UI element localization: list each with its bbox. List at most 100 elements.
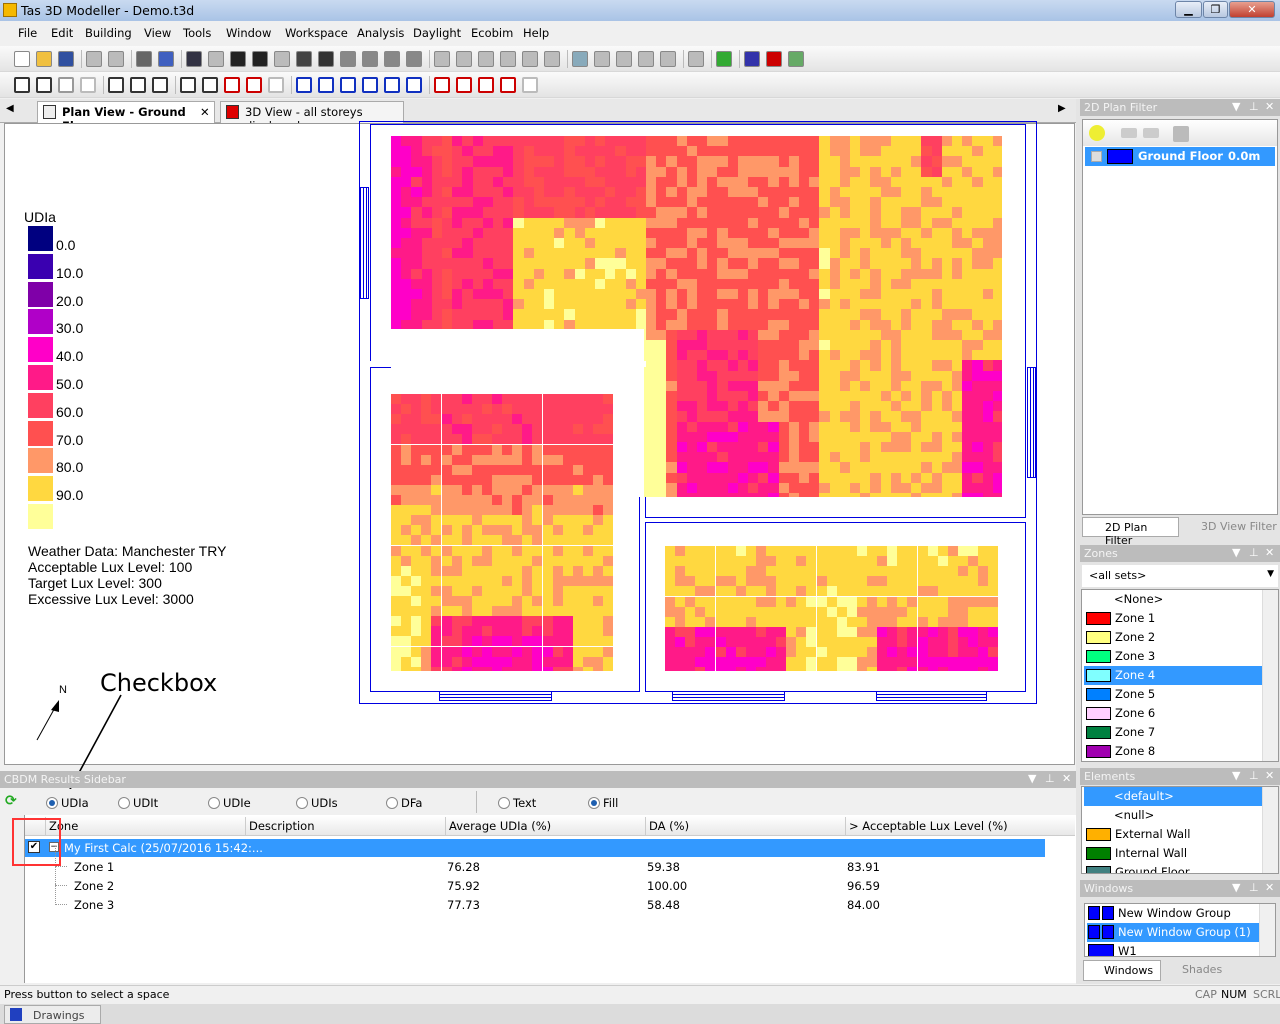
list-item[interactable]: Zone 4 [1084, 666, 1262, 685]
drawing-tool-icon[interactable] [152, 77, 168, 93]
toolbar-tool-icon[interactable] [14, 51, 30, 67]
table-row-calc[interactable]: ✔ − My First Calc (25/07/2016 15:42:... [25, 839, 1045, 857]
scrollbar[interactable] [1262, 787, 1278, 873]
tab-3d-view[interactable]: 3D View - all storeys displayed [220, 101, 404, 133]
menu-file[interactable]: File [18, 26, 37, 40]
toolbar-tool-icon[interactable] [186, 51, 202, 67]
radio-text[interactable]: Text [498, 796, 536, 810]
drawing-tool-icon[interactable] [434, 77, 450, 93]
toolbar-tool-icon[interactable] [86, 51, 102, 67]
toolbar-tool-icon[interactable] [638, 51, 654, 67]
close-icon[interactable]: ✕ [1265, 881, 1274, 894]
toolbar-tool-icon[interactable] [544, 51, 560, 67]
drawing-tool-icon[interactable] [130, 77, 146, 93]
column-header[interactable]: Average UDIa (%) [445, 817, 645, 836]
list-item[interactable]: Ground Floor [1084, 863, 1262, 873]
panel-menu-icon[interactable]: ▼ [1232, 546, 1240, 559]
drawing-tool-icon[interactable] [340, 77, 356, 93]
column-header[interactable]: DA (%) [645, 817, 845, 836]
drawing-tool-icon[interactable] [108, 77, 124, 93]
toolbar-tool-icon[interactable] [230, 51, 246, 67]
list-item[interactable]: Internal Wall [1084, 844, 1262, 863]
menu-daylight[interactable]: Daylight [413, 26, 461, 40]
toolbar-tool-icon[interactable] [434, 51, 450, 67]
list-item[interactable]: Zone 3 [1084, 647, 1262, 666]
tab-scroll-left-icon[interactable]: ◀ [6, 103, 14, 114]
close-icon[interactable]: ✕ [1265, 769, 1274, 782]
toolbar-tool-icon[interactable] [108, 51, 124, 67]
toolbar-tool-icon[interactable] [572, 51, 588, 67]
drawing-tool-icon[interactable] [362, 77, 378, 93]
drawing-tool-icon[interactable] [318, 77, 334, 93]
group-icon[interactable] [1121, 128, 1137, 138]
close-icon[interactable]: ✕ [1265, 100, 1274, 113]
lights-icon[interactable] [1089, 125, 1105, 141]
menu-workspace[interactable]: Workspace [285, 26, 348, 40]
tab-shades[interactable]: Shades [1165, 962, 1245, 980]
column-header[interactable]: > Acceptable Lux Level (%) [845, 817, 1045, 836]
list-item[interactable]: <None> [1084, 590, 1262, 609]
toolbar-tool-icon[interactable] [688, 51, 704, 67]
panel-menu-icon[interactable]: ▼ [1232, 881, 1240, 894]
menu-window[interactable]: Window [226, 26, 271, 40]
list-item[interactable]: External Wall [1084, 825, 1262, 844]
pin-icon[interactable]: ⊥ [1249, 881, 1259, 894]
column-header[interactable]: Description [245, 817, 445, 836]
panel-menu-icon[interactable]: ▼ [1028, 772, 1036, 785]
drawing-tool-icon[interactable] [36, 77, 52, 93]
drawing-tool-icon[interactable] [180, 77, 196, 93]
menu-view[interactable]: View [144, 26, 171, 40]
toolbar-tool-icon[interactable] [362, 51, 378, 67]
plan-view-canvas[interactable]: UDIa 0.0 10.0 20.0 30.0 40.0 50.0 60.0 70.0 80.0… [4, 121, 1075, 765]
close-icon[interactable]: ✕ [1062, 772, 1071, 785]
menu-edit[interactable]: Edit [51, 26, 73, 40]
refresh-icon[interactable]: ⟳ [5, 793, 17, 809]
tab-3d-view-filter[interactable]: 3D View Filter [1181, 519, 1278, 537]
panel-menu-icon[interactable]: ▼ [1232, 100, 1240, 113]
drawing-tool-icon[interactable] [522, 77, 538, 93]
close-button[interactable]: ✕ [1229, 1, 1275, 18]
list-item[interactable]: Zone 6 [1084, 704, 1262, 723]
edit-icon[interactable] [1173, 126, 1189, 142]
toolbar-tool-icon[interactable] [274, 51, 290, 67]
toolbar-tool-icon[interactable] [766, 51, 782, 67]
panel-menu-icon[interactable]: ▼ [1232, 769, 1240, 782]
radio-udis[interactable]: UDIs [296, 796, 338, 810]
toolbar-tool-icon[interactable] [716, 51, 732, 67]
list-item[interactable]: Zone 2 [1084, 628, 1262, 647]
list-item[interactable]: Zone 1 [1084, 609, 1262, 628]
drawing-tool-icon[interactable] [202, 77, 218, 93]
drawing-tool-icon[interactable] [80, 77, 96, 93]
pin-icon[interactable]: ⊥ [1249, 546, 1259, 559]
storey-row-ground-floor[interactable]: Ground Floor 0.0m [1085, 147, 1275, 166]
tab-drawings[interactable]: Drawings [4, 1005, 101, 1024]
list-item[interactable]: <default> [1084, 787, 1262, 806]
toolbar-tool-icon[interactable] [594, 51, 610, 67]
toolbar-tool-icon[interactable] [384, 51, 400, 67]
radio-udia[interactable]: UDIa [46, 796, 89, 810]
drawing-tool-icon[interactable] [478, 77, 494, 93]
list-item[interactable]: Zone 8 [1084, 742, 1262, 761]
toolbar-tool-icon[interactable] [136, 51, 152, 67]
list-item[interactable]: Zone 7 [1084, 723, 1262, 742]
radio-udit[interactable]: UDIt [118, 796, 158, 810]
close-icon[interactable]: ✕ [1265, 546, 1274, 559]
drawing-tool-icon[interactable] [224, 77, 240, 93]
scrollbar[interactable] [1262, 590, 1278, 761]
drawing-tool-icon[interactable] [58, 77, 74, 93]
ungroup-icon[interactable] [1143, 128, 1159, 138]
toolbar-tool-icon[interactable] [318, 51, 334, 67]
tab-2d-plan-filter[interactable]: 2D Plan Filter [1082, 517, 1179, 547]
menu-ecobim[interactable]: Ecobim [471, 26, 513, 40]
pin-icon[interactable]: ⊥ [1045, 772, 1055, 785]
minimize-button[interactable]: ▁ [1175, 1, 1202, 18]
pin-icon[interactable]: ⊥ [1249, 769, 1259, 782]
list-item[interactable]: W1 [1087, 942, 1259, 956]
scrollbar[interactable] [1259, 904, 1275, 956]
radio-dfa[interactable]: DFa [386, 796, 422, 810]
drawing-tool-icon[interactable] [500, 77, 516, 93]
tab-plan-view[interactable]: Plan View - Ground Floor ✕ [37, 101, 215, 133]
toolbar-tool-icon[interactable] [252, 51, 268, 67]
toolbar-tool-icon[interactable] [158, 51, 174, 67]
radio-fill[interactable]: Fill [588, 796, 618, 810]
